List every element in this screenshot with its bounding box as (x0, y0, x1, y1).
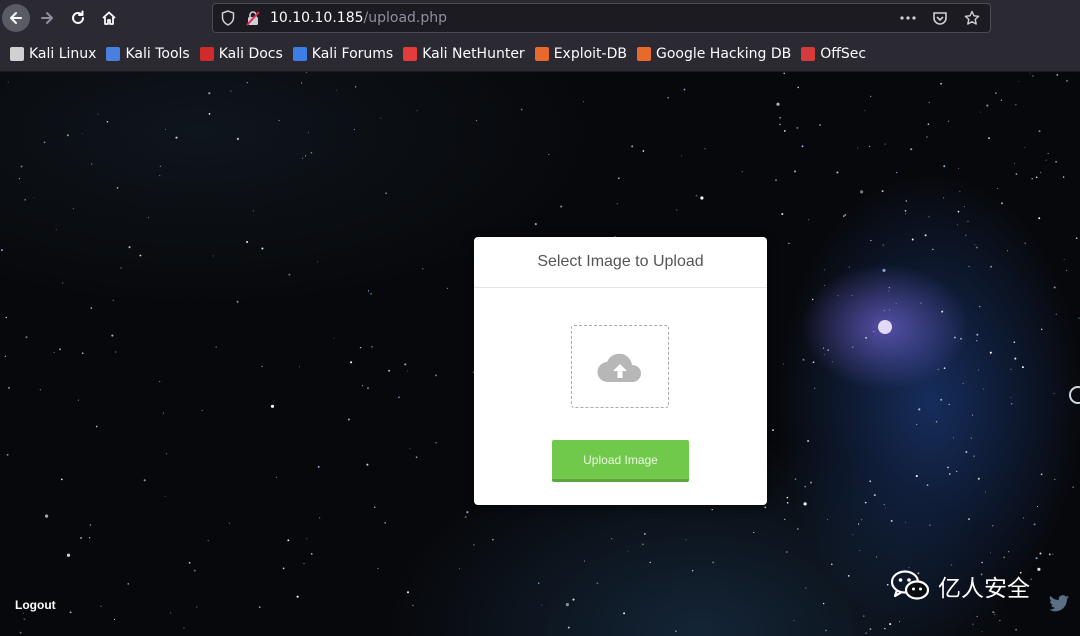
home-button[interactable] (95, 4, 123, 32)
bookmark-label: Exploit-DB (553, 45, 627, 62)
url-path: /upload.php (363, 10, 448, 26)
arrow-right-icon (41, 12, 53, 24)
insecure-lock-icon[interactable] (245, 10, 261, 30)
home-icon (102, 11, 116, 25)
kali-tools-icon (106, 46, 121, 61)
wechat-icon (890, 570, 930, 600)
exploit-db-icon (534, 46, 549, 61)
upload-image-button[interactable]: Upload Image (552, 440, 689, 482)
kali-dragon-icon (10, 46, 24, 61)
kali-docs-icon (199, 46, 214, 61)
page-actions-menu-icon[interactable] (898, 8, 918, 28)
twitter-icon[interactable] (1049, 595, 1069, 612)
back-button[interactable] (2, 4, 30, 32)
bookmark-label: Kali Linux (29, 45, 97, 62)
forward-button[interactable] (33, 4, 61, 32)
bookmark-label: Google Hacking DB (655, 45, 792, 62)
file-dropzone[interactable] (571, 325, 669, 408)
bookmark-item[interactable]: Kali NetHunter (399, 41, 530, 67)
bookmark-item[interactable]: Kali Tools (102, 41, 195, 67)
bookmark-item[interactable]: Kali Linux (6, 41, 102, 67)
bookmark-label: OffSec (820, 45, 867, 62)
watermark: 亿人安全 (890, 569, 1030, 603)
bookmark-label: Kali Tools (125, 45, 190, 62)
bookmark-star-icon[interactable] (962, 8, 982, 28)
bookmark-item[interactable]: Google Hacking DB (633, 41, 797, 67)
reload-icon (72, 10, 84, 24)
ghdb-icon (636, 46, 651, 61)
bookmarks-toolbar: Kali Linux Kali Tools Kali Docs Kali Forums… (0, 36, 1080, 72)
bookmark-label: Kali NetHunter (422, 45, 525, 62)
url-text[interactable]: 10.10.10.185/upload.php (270, 10, 447, 26)
moon-circle-decoration (1069, 386, 1080, 404)
cloud-upload-icon (597, 353, 642, 382)
url-host: 10.10.10.185 (270, 10, 364, 26)
kali-forums-icon (292, 46, 307, 61)
bookmark-item[interactable]: Exploit-DB (531, 41, 633, 67)
offsec-icon (801, 46, 816, 61)
bookmark-item[interactable]: OffSec (797, 41, 872, 67)
browser-toolbar: 10.10.10.185/upload.php (0, 0, 1080, 36)
upload-card: Select Image to Upload Upload Image (474, 237, 767, 505)
tracking-shield-icon[interactable] (221, 10, 235, 30)
bookmark-item[interactable]: Kali Forums (289, 41, 399, 67)
page-background: Select Image to Upload Upload Image Logo… (0, 72, 1080, 636)
arrow-left-icon (10, 12, 22, 24)
upload-card-title: Select Image to Upload (474, 237, 767, 288)
reload-button[interactable] (64, 4, 92, 32)
bookmark-item[interactable]: Kali Docs (196, 41, 289, 67)
address-bar[interactable]: 10.10.10.185/upload.php (212, 3, 991, 33)
bookmark-label: Kali Docs (218, 45, 283, 62)
nethunter-icon (403, 46, 418, 61)
watermark-text: 亿人安全 (938, 576, 1030, 602)
pocket-icon[interactable] (930, 8, 950, 28)
logout-link[interactable]: Logout (15, 598, 56, 612)
bookmark-label: Kali Forums (311, 45, 394, 62)
